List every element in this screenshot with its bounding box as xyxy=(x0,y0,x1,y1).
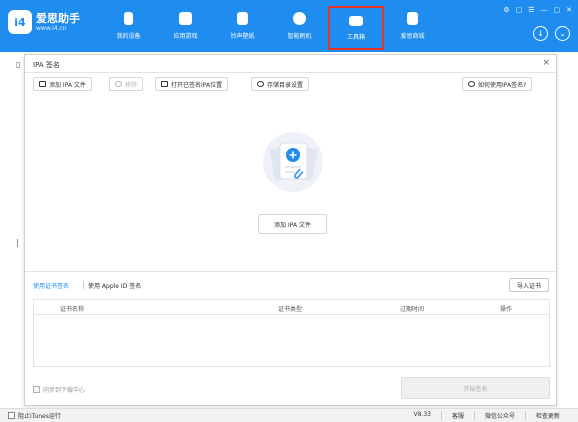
nav-label: 应用游戏 xyxy=(173,33,198,40)
minimize-icon[interactable]: — xyxy=(541,6,548,14)
nav-label: 铃声壁纸 xyxy=(230,33,255,40)
add-ipa-file-center-button[interactable]: 添加 IPA 文件 xyxy=(258,214,327,234)
divider xyxy=(25,271,556,272)
open-signed-folder-button[interactable]: 打开已签名IPA位置 xyxy=(155,77,229,91)
button-label: 添加 IPA 文件 xyxy=(49,81,86,89)
maximize-icon[interactable]: ▢ xyxy=(554,6,561,14)
add-file-icon xyxy=(39,81,46,87)
skin-icon[interactable]: ▢ xyxy=(516,6,523,14)
nav-my-device[interactable]: 我的设备 xyxy=(100,0,157,52)
gear-icon xyxy=(293,12,306,25)
nav-store[interactable]: 爱思商城 xyxy=(384,0,441,52)
nav-label: 智能刷机 xyxy=(287,33,312,40)
menu-icon[interactable]: ☰ xyxy=(528,6,534,14)
check-update-link[interactable]: 检查更新 xyxy=(524,411,570,420)
nav-apps-games[interactable]: 应用游戏 xyxy=(157,0,214,52)
feedback-link[interactable]: 客服 xyxy=(440,411,474,420)
dialog-close-icon[interactable]: × xyxy=(542,58,550,68)
phone-icon xyxy=(124,12,133,25)
button-label: 如何使用IPA签名? xyxy=(478,81,527,89)
nav-ringtones[interactable]: 铃声壁纸 xyxy=(214,0,271,52)
expand-icon[interactable]: ⌄ xyxy=(555,26,570,41)
storage-settings-button[interactable]: 存储目录设置 xyxy=(251,77,310,91)
settings-icon[interactable]: ⚙ xyxy=(503,6,509,14)
window-controls: ⚙ ▢ ☰ — ▢ ✕ xyxy=(503,6,572,14)
nav-label: 工具箱 xyxy=(346,33,365,41)
sync-checkbox[interactable] xyxy=(33,386,40,393)
question-icon xyxy=(468,81,475,87)
table-header: 证书名称 证书类型 过期时间 操作 xyxy=(34,300,549,315)
remove-button[interactable]: 移除 xyxy=(109,77,144,91)
cert-table: 证书名称 证书类型 过期时间 操作 xyxy=(33,299,550,367)
gear-icon xyxy=(257,81,264,87)
col-cert-type: 证书类型 xyxy=(278,306,303,313)
nav-label: 我的设备 xyxy=(116,33,141,40)
app-logo: i4 爱思助手 www.i4.cn xyxy=(8,10,80,34)
divider xyxy=(25,72,556,73)
folder-icon xyxy=(161,81,168,87)
tab-divider xyxy=(83,281,84,289)
main-nav: 我的设备 应用游戏 铃声壁纸 智能刷机 工具箱 爱思商城 xyxy=(100,0,441,52)
status-links: V8.33 客服 微信公众号 检查更新 xyxy=(403,411,570,420)
app-url: www.i4.cn xyxy=(36,24,67,32)
bag-icon xyxy=(407,12,418,25)
remove-icon xyxy=(115,81,122,87)
help-button[interactable]: 如何使用IPA签名? xyxy=(462,77,533,91)
toolbox-icon xyxy=(349,15,363,26)
dialog-title: IPA 签名 xyxy=(33,61,60,69)
music-icon xyxy=(237,12,248,25)
bg-device-icon: ▯ xyxy=(16,60,21,69)
import-cert-button[interactable]: 导入证书 xyxy=(509,278,549,292)
close-icon[interactable]: ✕ xyxy=(566,6,572,14)
top-bar: i4 爱思助手 www.i4.cn 我的设备 应用游戏 铃声壁纸 智能刷机 工具… xyxy=(0,0,578,52)
background-panel xyxy=(0,52,24,408)
nav-label: 爱思商城 xyxy=(400,33,425,40)
button-label: 移除 xyxy=(125,81,138,89)
add-ipa-file-button[interactable]: 添加 IPA 文件 xyxy=(33,77,92,91)
button-label: 打开已签名IPA位置 xyxy=(171,81,223,89)
logo-badge: i4 xyxy=(8,10,32,34)
bg-marker-icon: | xyxy=(16,238,19,247)
tab-cert-sign[interactable]: 使用证书签名 xyxy=(33,281,69,290)
nav-toolbox[interactable]: 工具箱 xyxy=(328,6,384,50)
sync-download-center[interactable]: 同步到下载中心 xyxy=(33,385,85,394)
block-itunes-label: 阻止iTunes运行 xyxy=(18,413,61,420)
block-itunes-checkbox[interactable] xyxy=(8,412,15,419)
cube-icon xyxy=(179,12,192,25)
col-action: 操作 xyxy=(500,306,513,313)
ipa-file-illustration xyxy=(263,132,323,192)
nav-flash[interactable]: 智能刷机 xyxy=(271,0,328,52)
status-bar: 阻止iTunes运行 V8.33 客服 微信公众号 检查更新 xyxy=(0,408,578,422)
tab-appleid-sign[interactable]: 使用 Apple ID 签名 xyxy=(88,281,141,290)
app-name: 爱思助手 xyxy=(36,11,80,25)
ipa-sign-dialog: IPA 签名 × 添加 IPA 文件 移除 打开已签名IPA位置 存储目录设置 … xyxy=(24,54,557,406)
download-icon[interactable]: ↓ xyxy=(533,26,548,41)
col-expiry: 过期时间 xyxy=(400,306,425,313)
sync-label: 同步到下载中心 xyxy=(43,387,86,394)
col-cert-name: 证书名称 xyxy=(60,306,85,313)
button-label: 存储目录设置 xyxy=(267,81,304,89)
block-itunes-toggle[interactable]: 阻止iTunes运行 xyxy=(8,411,61,420)
wechat-link[interactable]: 微信公众号 xyxy=(473,411,525,420)
version-label: V8.33 xyxy=(413,411,431,418)
start-sign-button[interactable]: 开始签名 xyxy=(401,377,550,399)
